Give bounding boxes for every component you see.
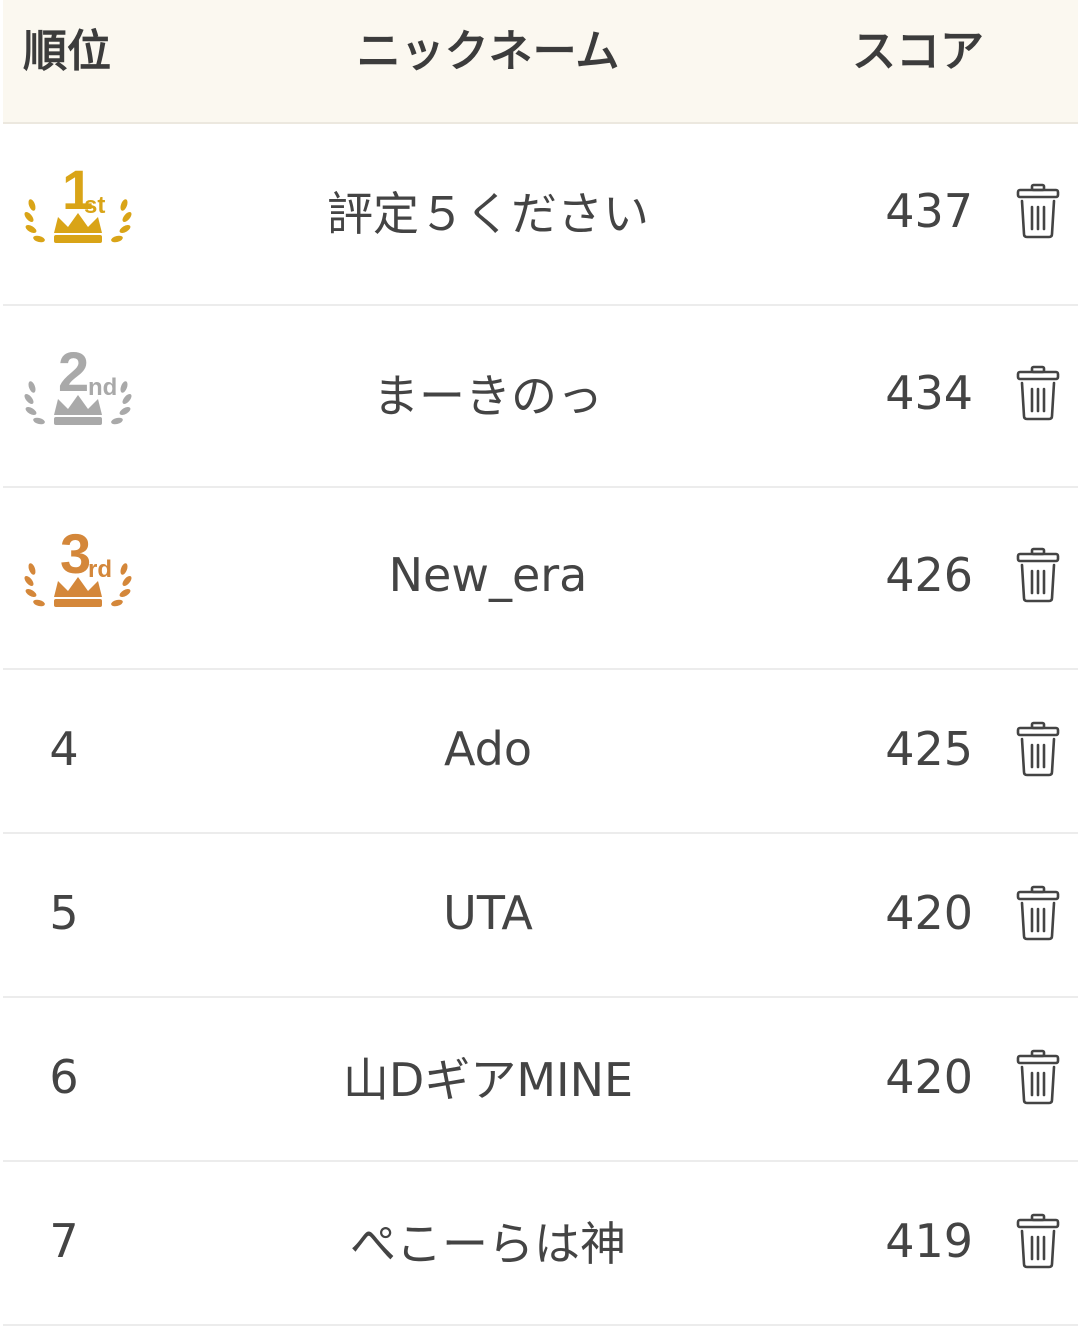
trash-icon[interactable] xyxy=(1015,721,1061,777)
table-row: 3 rd New_era 426 xyxy=(3,488,1078,670)
score-cell: 420 xyxy=(885,1050,973,1104)
delete-cell xyxy=(1008,488,1068,668)
score-cell: 426 xyxy=(885,548,973,602)
rank-number: 7 xyxy=(49,1214,79,1268)
score-cell: 419 xyxy=(885,1214,973,1268)
rank-cell: 7 xyxy=(3,1162,153,1324)
rank-cell: 1 st xyxy=(3,124,153,304)
nickname-cell: New_era xyxy=(388,548,588,602)
nickname-cell: まーきのっ xyxy=(373,369,603,423)
delete-cell xyxy=(1008,670,1068,832)
rank-number: 4 xyxy=(49,722,79,776)
ranking-table: 順位 ニックネーム スコア 1 st 評定５ください 437 2 nd まーきの… xyxy=(3,0,1078,1326)
delete-cell xyxy=(1008,124,1068,304)
badge-number: 3 xyxy=(60,525,91,585)
rank-number: 6 xyxy=(49,1050,79,1104)
bronze-crown-laurel-icon: 3 rd xyxy=(24,525,132,607)
delete-cell xyxy=(1008,306,1068,486)
delete-cell xyxy=(1008,998,1068,1160)
nickname-cell: ぺこーらは神 xyxy=(350,1217,626,1271)
score-cell: 425 xyxy=(885,722,973,776)
score-cell: 420 xyxy=(885,886,973,940)
rank-cell: 3 rd xyxy=(3,488,153,668)
table-row: 4 Ado 425 xyxy=(3,670,1078,834)
nickname-cell: UTA xyxy=(443,886,533,940)
header-nickname: ニックネーム xyxy=(356,26,620,77)
header-rank: 順位 xyxy=(23,26,111,77)
trash-icon[interactable] xyxy=(1015,885,1061,941)
nickname-cell: 評定５ください xyxy=(327,187,649,241)
trash-icon[interactable] xyxy=(1015,1049,1061,1105)
score-cell: 434 xyxy=(885,366,973,420)
table-header: 順位 ニックネーム スコア xyxy=(3,0,1078,124)
trash-icon[interactable] xyxy=(1015,365,1061,421)
rank-cell: 5 xyxy=(3,834,153,996)
score-cell: 437 xyxy=(885,184,973,238)
trash-icon[interactable] xyxy=(1015,1213,1061,1269)
svg-text:rd: rd xyxy=(88,556,112,583)
rank-cell: 6 xyxy=(3,998,153,1160)
table-row: 6 山DギアMINE 420 xyxy=(3,998,1078,1162)
table-row: 5 UTA 420 xyxy=(3,834,1078,998)
table-row: 2 nd まーきのっ 434 xyxy=(3,306,1078,488)
trash-icon[interactable] xyxy=(1015,547,1061,603)
delete-cell xyxy=(1008,1162,1068,1324)
silver-crown-laurel-icon: 2 nd xyxy=(24,343,132,425)
nickname-cell: Ado xyxy=(443,722,532,776)
rank-number: 5 xyxy=(49,886,79,940)
table-row: 1 st 評定５ください 437 xyxy=(3,124,1078,306)
badge-number: 2 xyxy=(58,343,89,403)
header-score: スコア xyxy=(852,26,984,77)
rank-cell: 2 nd xyxy=(3,306,153,486)
gold-crown-laurel-icon: 1 st xyxy=(24,161,132,243)
delete-cell xyxy=(1008,834,1068,996)
svg-text:st: st xyxy=(84,192,105,219)
nickname-cell: 山DギアMINE xyxy=(342,1053,634,1107)
svg-text:nd: nd xyxy=(88,374,117,401)
table-row: 7 ぺこーらは神 419 xyxy=(3,1162,1078,1326)
rank-cell: 4 xyxy=(3,670,153,832)
trash-icon[interactable] xyxy=(1015,183,1061,239)
